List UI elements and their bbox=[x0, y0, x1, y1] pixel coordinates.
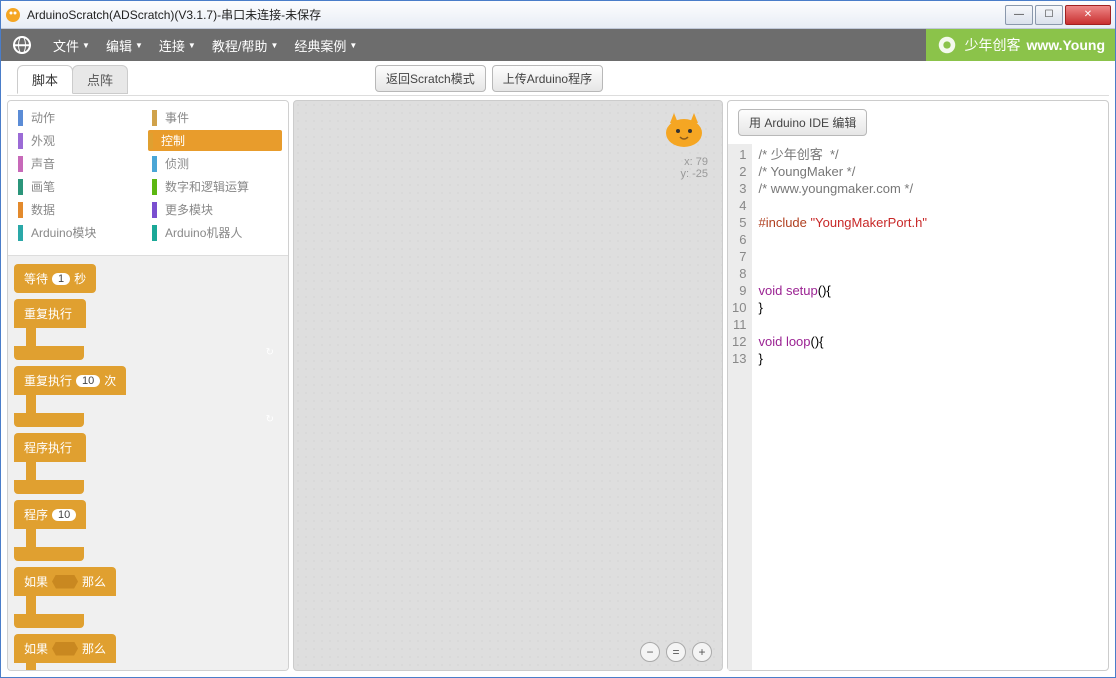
zoom-in-button[interactable]: + bbox=[692, 642, 712, 662]
block-if-then[interactable]: 如果那么 bbox=[14, 567, 282, 628]
window-title: ArduinoScratch(ADScratch)(V3.1.7)-串口未连接-… bbox=[27, 6, 1005, 23]
category-swatch bbox=[152, 202, 157, 218]
category-数据[interactable]: 数据 bbox=[14, 199, 148, 220]
block-wait[interactable]: 等待1秒 bbox=[14, 264, 282, 293]
line-gutter: 12345678910111213 bbox=[728, 144, 752, 670]
brand-text2: www.Young bbox=[1026, 37, 1105, 53]
menu-edit[interactable]: 编辑▼ bbox=[98, 36, 151, 55]
mode-buttons: 返回Scratch模式 上传Arduino程序 bbox=[375, 65, 603, 92]
category-控制[interactable]: 控制 bbox=[148, 130, 282, 151]
minimize-button[interactable]: — bbox=[1005, 5, 1033, 25]
brand-text1: 少年创客 bbox=[964, 35, 1020, 55]
block-program-exec[interactable]: 程序执行 bbox=[14, 433, 282, 494]
code-area[interactable]: 12345678910111213 /* 少年创客 *//* YoungMake… bbox=[728, 144, 1108, 670]
code-panel: 用 Arduino IDE 编辑 12345678910111213 /* 少年… bbox=[727, 100, 1109, 671]
category-swatch bbox=[18, 156, 23, 172]
menu-examples[interactable]: 经典案例▼ bbox=[286, 36, 365, 55]
menubar: 文件▼ 编辑▼ 连接▼ 教程/帮助▼ 经典案例▼ ? 少年创客 www.Youn… bbox=[1, 29, 1115, 61]
category-label: 数字和逻辑运算 bbox=[165, 178, 249, 195]
category-label: 更多模块 bbox=[165, 201, 213, 218]
category-label: 侦测 bbox=[165, 155, 189, 172]
category-外观[interactable]: 外观 bbox=[14, 130, 148, 151]
app-icon bbox=[5, 7, 21, 23]
window-controls: — ☐ ✕ bbox=[1005, 5, 1111, 25]
category-swatch bbox=[18, 110, 23, 126]
category-swatch bbox=[152, 110, 157, 126]
top-row: 脚本 点阵 返回Scratch模式 上传Arduino程序 bbox=[7, 65, 1109, 95]
category-声音[interactable]: 声音 bbox=[14, 153, 148, 174]
back-to-scratch-button[interactable]: 返回Scratch模式 bbox=[375, 65, 486, 92]
category-Arduino机器人[interactable]: Arduino机器人 bbox=[148, 222, 282, 243]
category-swatch bbox=[148, 133, 153, 149]
category-label: 外观 bbox=[31, 132, 55, 149]
tabs: 脚本 点阵 bbox=[17, 65, 127, 94]
category-label: 动作 bbox=[31, 109, 55, 126]
content-area: 脚本 点阵 返回Scratch模式 上传Arduino程序 动作外观声音画笔数据… bbox=[1, 61, 1115, 677]
category-数字和逻辑运算[interactable]: 数字和逻辑运算 bbox=[148, 176, 282, 197]
zoom-reset-button[interactable]: = bbox=[666, 642, 686, 662]
brand-gear-icon bbox=[936, 34, 958, 56]
category-swatch bbox=[18, 179, 23, 195]
app-window: ArduinoScratch(ADScratch)(V3.1.7)-串口未连接-… bbox=[0, 0, 1116, 678]
category-label: 画笔 bbox=[31, 178, 55, 195]
script-stage[interactable]: x: 79 y: -25 − = + bbox=[293, 100, 723, 671]
titlebar: ArduinoScratch(ADScratch)(V3.1.7)-串口未连接-… bbox=[1, 1, 1115, 29]
categories: 动作外观声音画笔数据 Arduino模块 事件控制侦测数字和逻辑运算更多模块 Ard… bbox=[8, 101, 288, 256]
menu-file[interactable]: 文件▼ bbox=[45, 36, 98, 55]
block-if-else[interactable]: 如果那么 否则 bbox=[14, 634, 282, 670]
menu-connect[interactable]: 连接▼ bbox=[151, 36, 204, 55]
block-program[interactable]: 程序10 bbox=[14, 500, 282, 561]
tab-scripts[interactable]: 脚本 bbox=[17, 65, 73, 94]
category-动作[interactable]: 动作 bbox=[14, 107, 148, 128]
category-侦测[interactable]: 侦测 bbox=[148, 153, 282, 174]
workarea: 动作外观声音画笔数据 Arduino模块 事件控制侦测数字和逻辑运算更多模块 Ard… bbox=[7, 95, 1109, 671]
category-label: 数据 bbox=[31, 201, 55, 218]
category-事件[interactable]: 事件 bbox=[148, 107, 282, 128]
language-icon[interactable] bbox=[13, 36, 31, 54]
open-ide-button[interactable]: 用 Arduino IDE 编辑 bbox=[738, 109, 867, 136]
category-Arduino模块[interactable]: Arduino模块 bbox=[14, 222, 148, 243]
category-画笔[interactable]: 画笔 bbox=[14, 176, 148, 197]
category-label: Arduino机器人 bbox=[165, 224, 242, 241]
tab-matrix[interactable]: 点阵 bbox=[72, 65, 128, 94]
category-label: 事件 bbox=[165, 109, 189, 126]
upload-arduino-button[interactable]: 上传Arduino程序 bbox=[492, 65, 603, 92]
category-label: Arduino模块 bbox=[31, 224, 96, 241]
code-lines: /* 少年创客 *//* YoungMaker *//* www.youngma… bbox=[752, 144, 932, 670]
category-swatch bbox=[18, 202, 23, 218]
zoom-out-button[interactable]: − bbox=[640, 642, 660, 662]
block-repeat[interactable]: 重复执行10次 ↻ bbox=[14, 366, 282, 427]
blocks-list: 等待1秒 重复执行 ↻ 重复执行10次 ↻ 程序执行 bbox=[8, 256, 288, 670]
category-col-left: 动作外观声音画笔数据 Arduino模块 bbox=[14, 107, 148, 243]
category-swatch bbox=[152, 156, 157, 172]
category-swatch bbox=[152, 179, 157, 195]
menu-help[interactable]: 教程/帮助▼ bbox=[204, 36, 287, 55]
block-forever[interactable]: 重复执行 ↻ bbox=[14, 299, 282, 360]
close-button[interactable]: ✕ bbox=[1065, 5, 1111, 25]
brand-banner: 少年创客 www.Young bbox=[926, 29, 1115, 61]
category-col-right: 事件控制侦测数字和逻辑运算更多模块 Arduino机器人 bbox=[148, 107, 282, 243]
sprite-thumbnail: x: 79 y: -25 bbox=[660, 107, 708, 180]
category-label: 控制 bbox=[161, 132, 185, 149]
block-palette: 动作外观声音画笔数据 Arduino模块 事件控制侦测数字和逻辑运算更多模块 Ard… bbox=[7, 100, 289, 671]
category-label: 声音 bbox=[31, 155, 55, 172]
maximize-button[interactable]: ☐ bbox=[1035, 5, 1063, 25]
cat-sprite-icon bbox=[660, 107, 708, 151]
category-更多模块[interactable]: 更多模块 bbox=[148, 199, 282, 220]
sprite-coords: x: 79 y: -25 bbox=[660, 156, 708, 180]
category-swatch bbox=[18, 133, 23, 149]
category-swatch bbox=[18, 225, 23, 241]
stage-zoom-controls: − = + bbox=[640, 642, 712, 662]
category-swatch bbox=[152, 225, 157, 241]
